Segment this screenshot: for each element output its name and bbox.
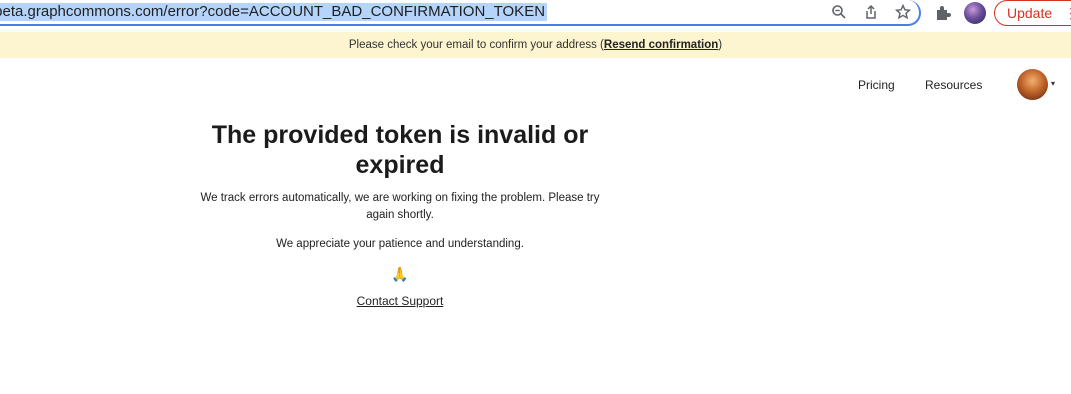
- update-button[interactable]: Update: [994, 0, 1071, 26]
- nav-pricing-link[interactable]: Pricing: [858, 78, 895, 92]
- chevron-down-icon[interactable]: ▾: [1051, 79, 1055, 88]
- resend-confirmation-link[interactable]: Resend confirmation: [604, 39, 718, 51]
- praying-hands-icon: 🙏: [391, 266, 409, 282]
- browser-profile-avatar[interactable]: [964, 2, 986, 24]
- error-message: We track errors automatically, we are wo…: [200, 192, 600, 221]
- browser-menu-icon[interactable]: ⋮: [1064, 4, 1071, 22]
- extensions-icon[interactable]: [933, 4, 953, 24]
- contact-support-link[interactable]: Contact Support: [357, 294, 444, 308]
- url-text[interactable]: /beta.graphcommons.com/error?code=ACCOUN…: [0, 3, 548, 21]
- error-panel: The provided token is invalid or expired…: [190, 120, 610, 309]
- address-bar[interactable]: /beta.graphcommons.com/error?code=ACCOUN…: [0, 0, 921, 26]
- error-title: The provided token is invalid or expired: [211, 121, 589, 179]
- bookmark-star-icon[interactable]: [894, 3, 912, 22]
- share-icon[interactable]: [862, 4, 880, 22]
- banner-text-after: ): [718, 39, 723, 51]
- zoom-icon[interactable]: [830, 4, 848, 22]
- banner-text-before: Please check your email to confirm your …: [348, 39, 604, 51]
- appreciation-text: We appreciate your patience and understa…: [276, 238, 524, 250]
- browser-toolbar: /beta.graphcommons.com/error?code=ACCOUN…: [0, 0, 1071, 30]
- confirmation-banner: Please check your email to confirm your …: [0, 32, 1071, 58]
- user-avatar[interactable]: [1017, 69, 1048, 100]
- nav-resources-link[interactable]: Resources: [925, 78, 982, 92]
